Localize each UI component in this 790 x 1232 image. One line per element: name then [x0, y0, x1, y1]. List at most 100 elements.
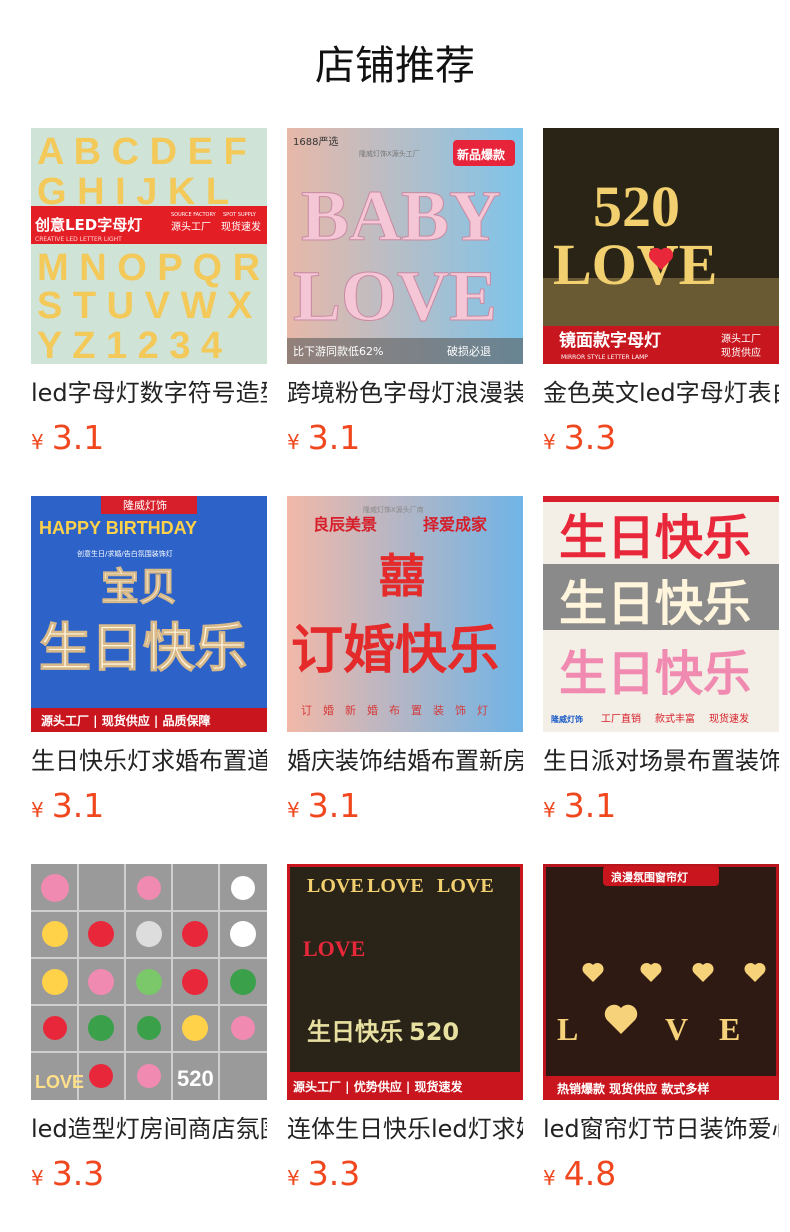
svg-text:现货速发: 现货速发 — [709, 712, 749, 725]
price-value: 3.3 — [307, 1154, 361, 1193]
product-price: ¥3.3 — [31, 1152, 104, 1196]
svg-text:镜面款字母灯: 镜面款字母灯 — [559, 330, 661, 351]
svg-text:宝贝: 宝贝 — [101, 565, 177, 609]
product-image[interactable]: 浪漫氛围窗帘灯 L V E 热销爆款 现货供应 款式多样 — [543, 864, 779, 1100]
svg-text:生日快乐: 生日快乐 — [559, 510, 751, 566]
svg-text:LOVE: LOVE — [307, 875, 364, 897]
svg-text:520: 520 — [409, 1018, 459, 1046]
product-image[interactable]: 1688严选 隆威灯饰X源头工厂 新品爆款 BABY LOVE 比下游同款低62… — [287, 128, 523, 364]
svg-text:生日快乐: 生日快乐 — [39, 619, 247, 679]
currency-symbol: ¥ — [287, 1166, 300, 1190]
price-value: 3.1 — [51, 418, 105, 457]
image-caption: 创意LED字母灯 — [34, 216, 142, 234]
currency-symbol: ¥ — [31, 798, 44, 822]
page-title: 店铺推荐 — [315, 43, 475, 89]
svg-text:破损必退: 破损必退 — [447, 344, 491, 358]
svg-text:LOVE: LOVE — [35, 1072, 84, 1092]
product-image[interactable]: LOVE LOVE LOVE LOVE 生日快乐 520 源头工厂 | 优势供应… — [287, 864, 523, 1100]
price-value: 3.1 — [563, 786, 617, 825]
svg-text:V: V — [665, 1011, 688, 1047]
product-name[interactable]: 婚庆装饰结婚布置新房 — [287, 744, 523, 778]
currency-symbol: ¥ — [287, 430, 300, 454]
product-image[interactable]: A B C D E F G H I J K L M N O P Q R S T … — [31, 128, 267, 364]
svg-text:比下游同款低62%: 比下游同款低62% — [293, 344, 383, 358]
product-price: ¥4.8 — [543, 1152, 616, 1196]
currency-symbol: ¥ — [543, 430, 556, 454]
svg-text:CREATIVE LED LETTER LIGHT: CREATIVE LED LETTER LIGHT — [35, 236, 122, 243]
svg-text:生日快乐: 生日快乐 — [559, 576, 751, 632]
product-name[interactable]: 连体生日快乐led灯求婚 — [287, 1112, 523, 1146]
svg-text:现货速发: 现货速发 — [221, 220, 261, 233]
svg-text:520: 520 — [593, 174, 680, 239]
currency-symbol: ¥ — [31, 1166, 44, 1190]
price-value: 3.1 — [307, 786, 361, 825]
product-price: ¥3.3 — [543, 416, 616, 460]
svg-text:源头工厂: 源头工厂 — [721, 332, 761, 345]
svg-text:BABY: BABY — [301, 176, 501, 256]
product-price: ¥3.1 — [543, 784, 616, 828]
svg-text:MIRROR STYLE LETTER LAMP: MIRROR STYLE LETTER LAMP — [561, 354, 648, 361]
product-price: ¥3.1 — [287, 784, 360, 828]
price-value: 3.3 — [563, 418, 617, 457]
svg-text:M N O P Q R: M N O P Q R — [37, 247, 260, 289]
product-image[interactable]: 520 LOVE 镜面款字母灯 MIRROR STYLE LETTER LAMP… — [543, 128, 779, 364]
svg-text:S T U V W X: S T U V W X — [37, 285, 253, 327]
svg-text:源头工厂 | 优势供应 | 现货速发: 源头工厂 | 优势供应 | 现货速发 — [293, 1079, 463, 1094]
svg-text:隆威灯饰X源头工厂: 隆威灯饰X源头工厂 — [359, 149, 420, 158]
svg-text:创意生日/求婚/告白氛围装饰灯: 创意生日/求婚/告白氛围装饰灯 — [77, 549, 173, 558]
product-image[interactable]: LOVE 520 — [31, 864, 267, 1100]
svg-text:热销爆款 现货供应 款式多样: 热销爆款 现货供应 款式多样 — [557, 1081, 709, 1096]
svg-text:良辰美景: 良辰美景 — [313, 515, 377, 534]
svg-text:隆威灯饰: 隆威灯饰 — [123, 498, 167, 512]
product-name[interactable]: led造型灯房间商店氛围灯 — [31, 1112, 267, 1146]
product-image[interactable]: 隆威灯饰 HAPPY BIRTHDAY 创意生日/求婚/告白氛围装饰灯 宝贝 生… — [31, 496, 267, 732]
product-name[interactable]: 生日派对场景布置装饰 — [543, 744, 779, 778]
product-price: ¥3.3 — [287, 1152, 360, 1196]
price-value: 3.1 — [51, 786, 105, 825]
currency-symbol: ¥ — [31, 430, 44, 454]
svg-text:隆威灯饰: 隆威灯饰 — [551, 714, 583, 724]
svg-text:A B C D E F: A B C D E F — [37, 131, 247, 173]
svg-text:LOVE: LOVE — [303, 936, 365, 961]
currency-symbol: ¥ — [543, 798, 556, 822]
svg-text:L: L — [557, 1011, 578, 1047]
product-name[interactable]: 生日快乐灯求婚布置道具 — [31, 744, 267, 778]
svg-text:隆威灯饰X源头厂商: 隆威灯饰X源头厂商 — [363, 505, 424, 514]
svg-text:生日快乐: 生日快乐 — [559, 646, 751, 702]
svg-text:源头工厂: 源头工厂 — [171, 220, 211, 233]
svg-text:SOURCE FACTORY: SOURCE FACTORY — [171, 212, 217, 218]
svg-text:订婚新婚布置装饰灯: 订婚新婚布置装饰灯 — [301, 703, 499, 717]
svg-text:择爱成家: 择爱成家 — [423, 515, 488, 534]
svg-text:LOVE: LOVE — [553, 232, 717, 297]
product-name[interactable]: led字母灯数字符号造型灯 — [31, 376, 267, 410]
svg-text:现货供应: 现货供应 — [721, 346, 761, 359]
svg-text:SPOT SUPPLY: SPOT SUPPLY — [223, 212, 257, 218]
currency-symbol: ¥ — [287, 798, 300, 822]
svg-text:HAPPY BIRTHDAY: HAPPY BIRTHDAY — [39, 518, 197, 538]
svg-text:LOVE: LOVE — [293, 256, 497, 336]
product-image[interactable]: 生日快乐 生日快乐 生日快乐 隆威灯饰 工厂直销 款式丰富 现货速发 — [543, 496, 779, 732]
svg-text:工厂直销: 工厂直销 — [601, 712, 641, 725]
price-value: 4.8 — [563, 1154, 617, 1193]
svg-text:源头工厂 | 现货供应 | 品质保障: 源头工厂 | 现货供应 | 品质保障 — [41, 713, 210, 728]
product-name[interactable]: 跨境粉色字母灯浪漫装饰 — [287, 376, 523, 410]
product-price: ¥3.1 — [31, 416, 104, 460]
price-value: 3.3 — [51, 1154, 105, 1193]
product-name[interactable]: 金色英文led字母灯表白 — [543, 376, 779, 410]
svg-text:LOVE: LOVE — [367, 875, 424, 897]
svg-text:款式丰富: 款式丰富 — [655, 712, 695, 725]
svg-text:囍: 囍 — [379, 549, 425, 603]
price-value: 3.1 — [307, 418, 361, 457]
svg-text:浪漫氛围窗帘灯: 浪漫氛围窗帘灯 — [611, 870, 688, 884]
product-price: ¥3.1 — [31, 784, 104, 828]
svg-text:LOVE: LOVE — [437, 875, 494, 897]
svg-text:生日快乐: 生日快乐 — [307, 1018, 403, 1046]
currency-symbol: ¥ — [543, 1166, 556, 1190]
svg-text:订婚快乐: 订婚快乐 — [291, 621, 499, 681]
product-image[interactable]: 隆威灯饰X源头厂商 良辰美景 择爱成家 囍 订婚快乐 订婚新婚布置装饰灯 — [287, 496, 523, 732]
svg-text:E: E — [719, 1011, 740, 1047]
product-name[interactable]: led窗帘灯节日装饰爱心 — [543, 1112, 779, 1146]
product-price: ¥3.1 — [287, 416, 360, 460]
svg-text:新品爆款: 新品爆款 — [457, 147, 506, 162]
svg-text:520: 520 — [177, 1066, 214, 1091]
